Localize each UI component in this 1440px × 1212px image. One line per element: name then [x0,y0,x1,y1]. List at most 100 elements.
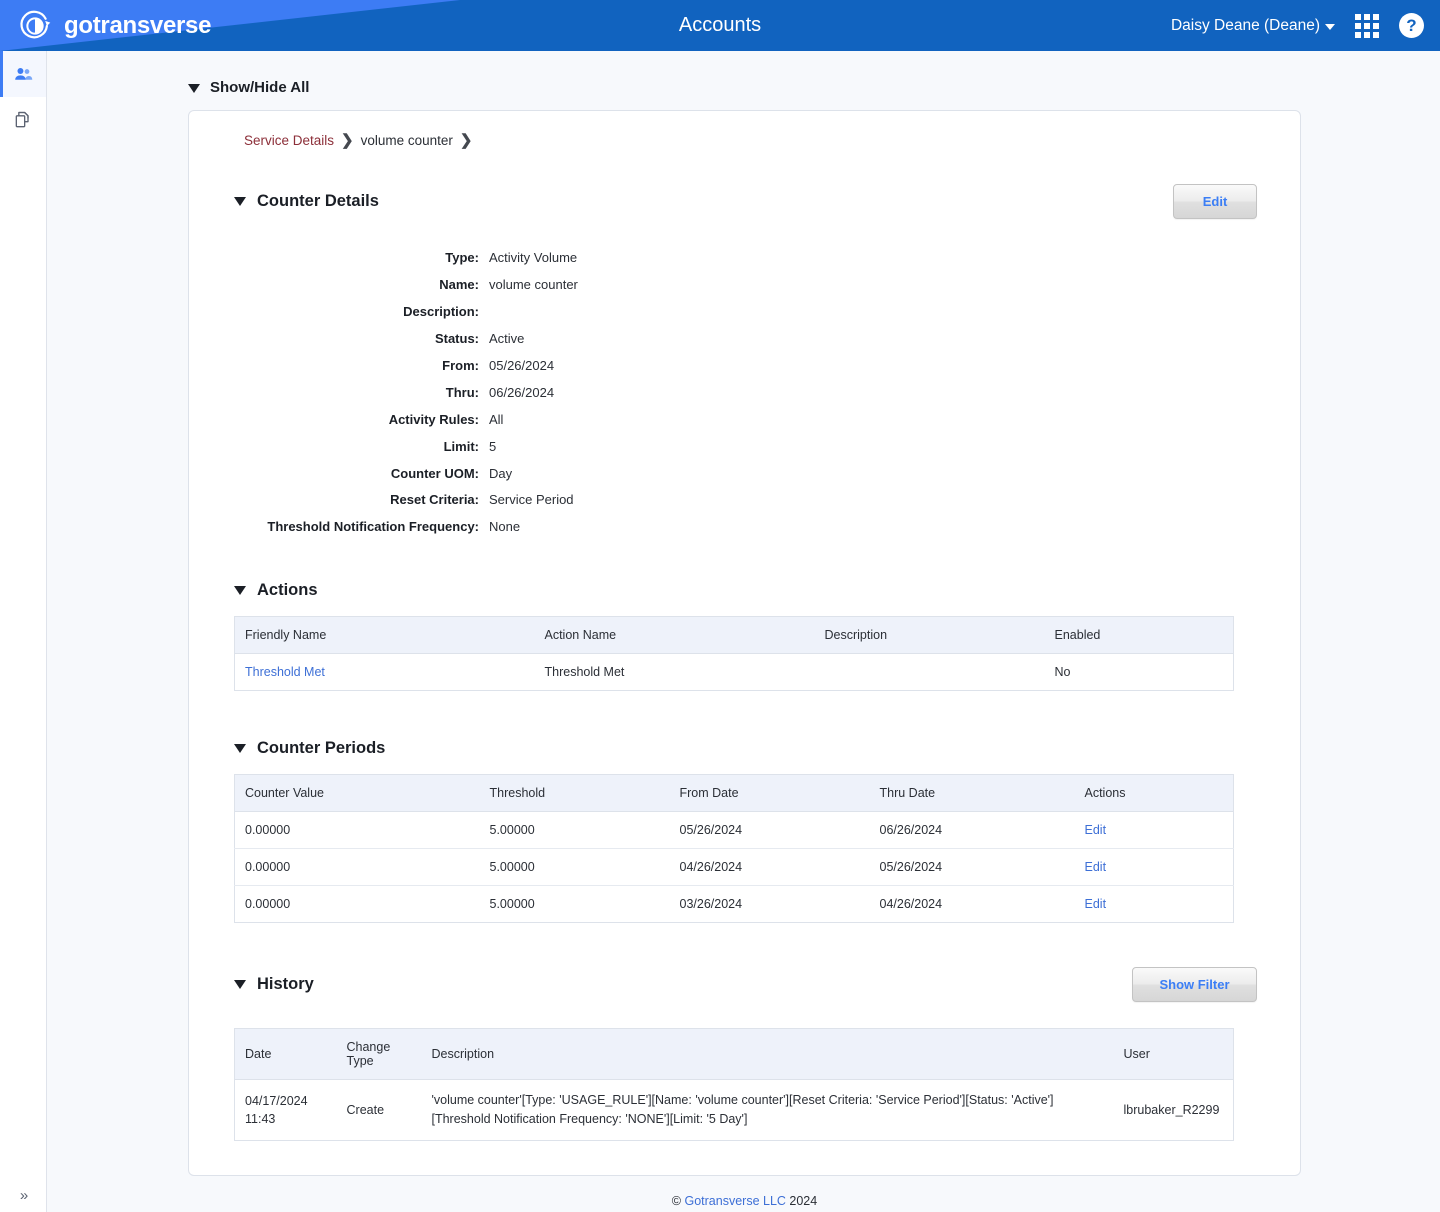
detail-label: Threshold Notification Frequency: [267,519,479,535]
edit-link[interactable]: Edit [1085,860,1107,874]
table-row: 0.00000 5.00000 04/26/2024 05/26/2024 Ed… [234,848,1234,887]
counter-details-section-toggle[interactable]: Counter Details [234,192,379,211]
cell-actions: Edit [1074,848,1234,887]
column-header-description: Description [814,616,1045,655]
actions-section-toggle[interactable]: Actions [234,581,1300,600]
edit-button[interactable]: Edit [1173,184,1257,219]
edit-link[interactable]: Edit [1085,897,1107,911]
detail-value: All [489,411,504,427]
sidebar-item-products[interactable] [0,97,46,143]
footer: © Gotransverse LLC 2024 [47,1194,1440,1208]
cell-threshold: 5.00000 [479,811,670,850]
cell-thru-date: 04/26/2024 [869,885,1075,924]
chevron-right-icon: ❯ [341,132,354,149]
edit-link[interactable]: Edit [1085,823,1107,837]
actions-heading: Actions [257,581,318,600]
cell-change-type: Create [336,1079,422,1141]
column-header-enabled: Enabled [1044,616,1234,655]
counter-details-heading: Counter Details [257,192,379,210]
footer-year: 2024 [789,1193,818,1208]
show-hide-all-label: Show/Hide All [210,79,310,96]
show-filter-button[interactable]: Show Filter [1132,967,1257,1003]
cell-actions: Edit [1074,885,1234,924]
chevron-down-icon [1325,24,1335,30]
detail-row-activity-rules: Activity Rules: All [189,411,1300,428]
table-row: 04/17/2024 11:43 Create 'volume counter'[… [234,1079,1234,1141]
cell-action-name: Threshold Met [534,653,815,692]
gotransverse-logo-icon [20,10,51,38]
documents-icon [15,111,29,128]
cell-description: 'volume counter'[Type: 'USAGE_RULE'][Nam… [421,1079,1114,1141]
detail-value: 05/26/2024 [489,357,555,373]
cell-from-date: 05/26/2024 [669,811,870,850]
show-hide-all-toggle[interactable]: Show/Hide All [188,79,1440,96]
column-header-counter-value: Counter Value [234,774,480,813]
column-header-user: User [1113,1028,1234,1081]
counter-periods-section-toggle[interactable]: Counter Periods [234,739,1300,758]
detail-value: Service Period [489,492,574,508]
detail-label: Reset Criteria: [390,492,479,508]
detail-row-name: Name: volume counter [189,276,1300,293]
detail-label: Thru: [445,384,479,400]
cell-counter-value: 0.00000 [234,885,480,924]
actions-table: Friendly Name Action Name Description En… [234,616,1234,692]
chevron-right-icon: ❯ [459,132,473,149]
detail-row-reset-criteria: Reset Criteria: Service Period [189,492,1300,508]
users-icon [14,67,32,80]
detail-value: Day [489,465,513,481]
app-body: » Show/Hide All Service Details ❯ volume… [0,51,1440,1212]
help-icon[interactable]: ? [1399,13,1424,38]
table-row: 0.00000 5.00000 05/26/2024 06/26/2024 Ed… [234,811,1234,850]
counter-details-field-list: Type: Activity Volume Name: volume count… [189,250,1300,535]
column-header-description: Description [421,1028,1114,1081]
detail-value: 06/26/2024 [489,384,555,400]
apps-grid-icon[interactable] [1355,13,1379,38]
chevron-down-icon [188,83,200,93]
detail-value: volume counter [489,276,578,292]
detail-row-from: From: 05/26/2024 [189,357,1300,374]
chevron-down-icon [234,744,246,754]
detail-row-limit: Limit: 5 [189,438,1300,455]
threshold-met-link[interactable]: Threshold Met [245,665,325,679]
cell-actions: Edit [1074,811,1234,850]
user-menu[interactable]: Daisy Deane (Deane) [1171,17,1335,35]
cell-date: 04/17/2024 11:43 [234,1079,337,1141]
table-header-row: Counter Value Threshold From Date Thru D… [234,774,1234,813]
cell-counter-value: 0.00000 [234,811,480,850]
column-header-thru-date: Thru Date [869,774,1075,813]
column-header-action-name: Action Name [534,616,815,655]
detail-value: 5 [489,438,497,454]
chevron-down-icon [234,197,246,206]
history-table: Date Change Type Description User 04/17/2… [234,1028,1234,1141]
cell-from-date: 04/26/2024 [669,848,870,887]
actions-table-wrapper: Friendly Name Action Name Description En… [234,616,1234,692]
breadcrumb-item-volume-counter[interactable]: volume counter [361,133,453,148]
column-header-friendly-name: Friendly Name [234,616,535,655]
detail-label: Counter UOM: [390,465,479,481]
detail-label: Name: [439,276,479,292]
column-header-threshold: Threshold [479,774,670,813]
brand-name: gotransverse [64,11,212,39]
table-header-row: Date Change Type Description User [234,1028,1234,1081]
breadcrumb-item-service-details[interactable]: Service Details [244,133,334,148]
detail-label: Limit: [443,438,479,454]
copyright-symbol: © [671,1193,681,1208]
history-heading: History [257,975,314,994]
detail-label: Type: [445,250,479,265]
history-section-toggle[interactable]: History [234,975,314,994]
brand-logo-area[interactable]: gotransverse [18,9,211,43]
column-header-date: Date [234,1028,337,1081]
detail-row-threshold-notification-frequency: Threshold Notification Frequency: None [189,519,1300,535]
cell-user: lbrubaker_R2299 [1113,1079,1234,1141]
footer-company-link[interactable]: Gotransverse LLC [684,1194,785,1208]
counter-detail-card: Service Details ❯ volume counter ❯ Count… [188,110,1301,1176]
counter-periods-table-wrapper: Counter Value Threshold From Date Thru D… [234,774,1234,924]
table-row: Threshold Met Threshold Met No [234,653,1234,692]
sidebar-item-accounts[interactable] [0,51,46,97]
sidebar-expand-icon[interactable]: » [0,1187,46,1204]
top-header-bar: gotransverse Accounts Daisy Deane (Deane… [0,0,1440,51]
cell-threshold: 5.00000 [479,885,670,924]
cell-thru-date: 05/26/2024 [869,848,1075,887]
column-header-change-type: Change Type [336,1028,422,1081]
column-header-actions: Actions [1074,774,1234,813]
